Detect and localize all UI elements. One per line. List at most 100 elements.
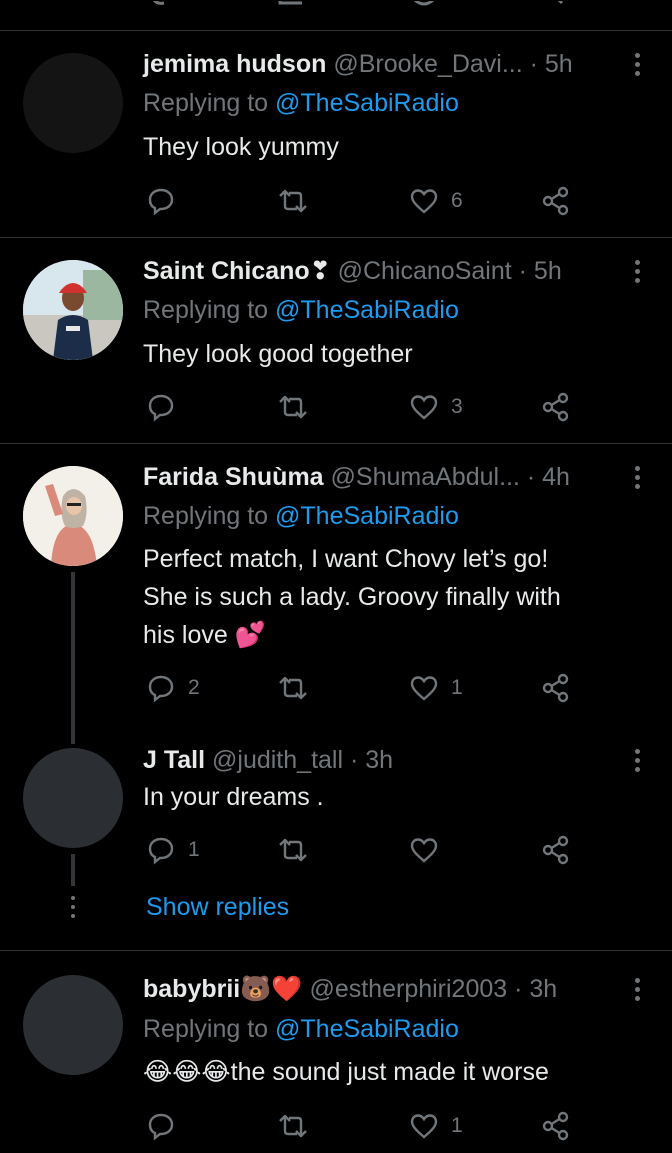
timestamp[interactable]: 5h [534,257,562,285]
reply-icon [148,675,174,703]
share-icon [542,835,569,865]
reply-button[interactable] [146,181,176,221]
tweet-actions: 1 [143,1106,603,1146]
reply-icon [148,188,174,216]
like-count: 3 [451,395,463,418]
timestamp[interactable]: 4h [542,463,570,491]
tweet-saint-chicano[interactable]: Saint Chicano❣ @ChicanoSaint · 5h Replyi… [0,238,672,443]
share-button[interactable] [541,830,571,870]
heart-icon [410,395,438,420]
reply-button[interactable]: 1 [146,830,200,870]
retweet-button[interactable] [277,181,309,221]
more-options-icon[interactable] [630,744,644,776]
like-button[interactable]: 1 [409,1106,463,1146]
retweet-button[interactable] [277,1106,309,1146]
heart-icon [410,189,438,214]
display-name[interactable]: J Tall [143,746,205,774]
retweet-icon [279,1114,307,1138]
share-icon [542,673,569,703]
heart-icon [410,1114,438,1139]
like-count: 6 [451,189,463,212]
display-name[interactable]: Saint Chicano [143,257,310,285]
name-emoji: ❣ [309,257,331,285]
tweet-text: They look yummy [143,133,339,161]
user-handle[interactable]: @judith_tall [212,746,343,774]
user-handle[interactable]: @estherphiri2003 [309,975,507,1003]
tweet-text: In your dreams . [143,783,324,811]
timestamp[interactable]: 5h [545,50,573,78]
mention-link[interactable]: @TheSabiRadio [275,1015,459,1043]
retweet-button[interactable] [277,830,309,870]
reply-button[interactable]: 2 [146,668,200,708]
tweet-header: J Tall @judith_tall · 3h [143,746,394,774]
tweet-header: Farida Shuùma @ShumaAbdul... · 4h [143,463,570,491]
tweet-text: Perfect match, I want Chovy let’s go! Sh… [143,545,561,649]
share-icon [542,1111,569,1141]
previous-tweet-actions [0,0,672,12]
share-button[interactable] [541,1106,571,1146]
avatar[interactable] [23,466,123,566]
tweet-actions: 2 1 [143,668,603,708]
more-options-icon[interactable] [630,48,644,80]
user-handle[interactable]: @ChicanoSaint [338,257,512,285]
tweet-actions: 6 [143,181,603,221]
avatar-illustration [23,466,123,566]
more-options-icon[interactable] [630,461,644,493]
tweet-header: Saint Chicano❣ @ChicanoSaint · 5h [143,257,562,285]
mention-link[interactable]: @TheSabiRadio [275,89,459,117]
tweet-header: jemima hudson @Brooke_Davi... · 5h [143,50,573,78]
retweet-icon [279,838,307,862]
like-count: 1 [451,1114,463,1137]
retweet-button[interactable] [277,668,309,708]
timestamp[interactable]: 3h [529,975,557,1003]
reply-icon [148,837,174,865]
retweet-icon [279,189,307,213]
avatar[interactable] [23,748,123,848]
mention-link[interactable]: @TheSabiRadio [275,296,459,324]
thread-line [71,854,75,886]
display-name[interactable]: jemima hudson [143,50,326,78]
like-button[interactable]: 1 [409,668,463,708]
user-handle[interactable]: @ShumaAbdul... [331,463,520,491]
reply-button[interactable] [146,1106,176,1146]
avatar[interactable] [23,975,123,1075]
replying-to: Replying to @TheSabiRadio [143,502,459,530]
retweet-button[interactable] [277,387,309,427]
previous-actions-icons [152,0,564,6]
reply-icon [148,394,174,422]
heart-icon [410,676,438,701]
user-handle[interactable]: @Brooke_Davi... [333,50,522,78]
display-name[interactable]: babybrii🐻❤️ [143,975,303,1003]
share-button[interactable] [541,181,571,221]
avatar-photo [23,260,123,360]
more-options-icon[interactable] [630,973,644,1005]
replying-to: Replying to @TheSabiRadio [143,296,459,324]
avatar[interactable] [23,53,123,153]
display-name[interactable]: Farida Shuùma [143,463,324,491]
replying-to: Replying to @TheSabiRadio [143,89,459,117]
reply-icon [148,1113,174,1141]
more-options-icon[interactable] [630,255,644,287]
replying-to: Replying to @TheSabiRadio [143,1015,459,1043]
timestamp[interactable]: 3h [365,746,393,774]
mention-link[interactable]: @TheSabiRadio [275,502,459,530]
show-replies-link[interactable]: Show replies [146,891,289,923]
tweet-header: babybrii🐻❤️ @estherphiri2003 · 3h [143,975,558,1003]
share-button[interactable] [541,668,571,708]
share-icon [542,186,569,216]
more-replies-dots [70,896,76,918]
like-button[interactable]: 6 [409,181,463,221]
like-count: 1 [451,676,463,699]
tweet-babybrii[interactable]: babybrii🐻❤️ @estherphiri2003 · 3h Replyi… [0,951,672,1153]
share-button[interactable] [541,387,571,427]
reply-count: 2 [188,676,200,699]
tweet-text: 😂😂😂the sound just made it worse [143,1058,549,1086]
like-button[interactable]: 3 [409,387,463,427]
tweet-jemima-hudson[interactable]: jemima hudson @Brooke_Davi... · 5h Reply… [0,31,672,237]
tweet-j-tall[interactable]: J Tall @judith_tall · 3h In your dreams … [0,744,672,950]
tweet-farida-shuuma[interactable]: Farida Shuùma @ShumaAbdul... · 4h Replyi… [0,444,672,744]
avatar[interactable] [23,260,123,360]
retweet-icon [279,395,307,419]
like-button[interactable] [409,830,439,870]
reply-button[interactable] [146,387,176,427]
